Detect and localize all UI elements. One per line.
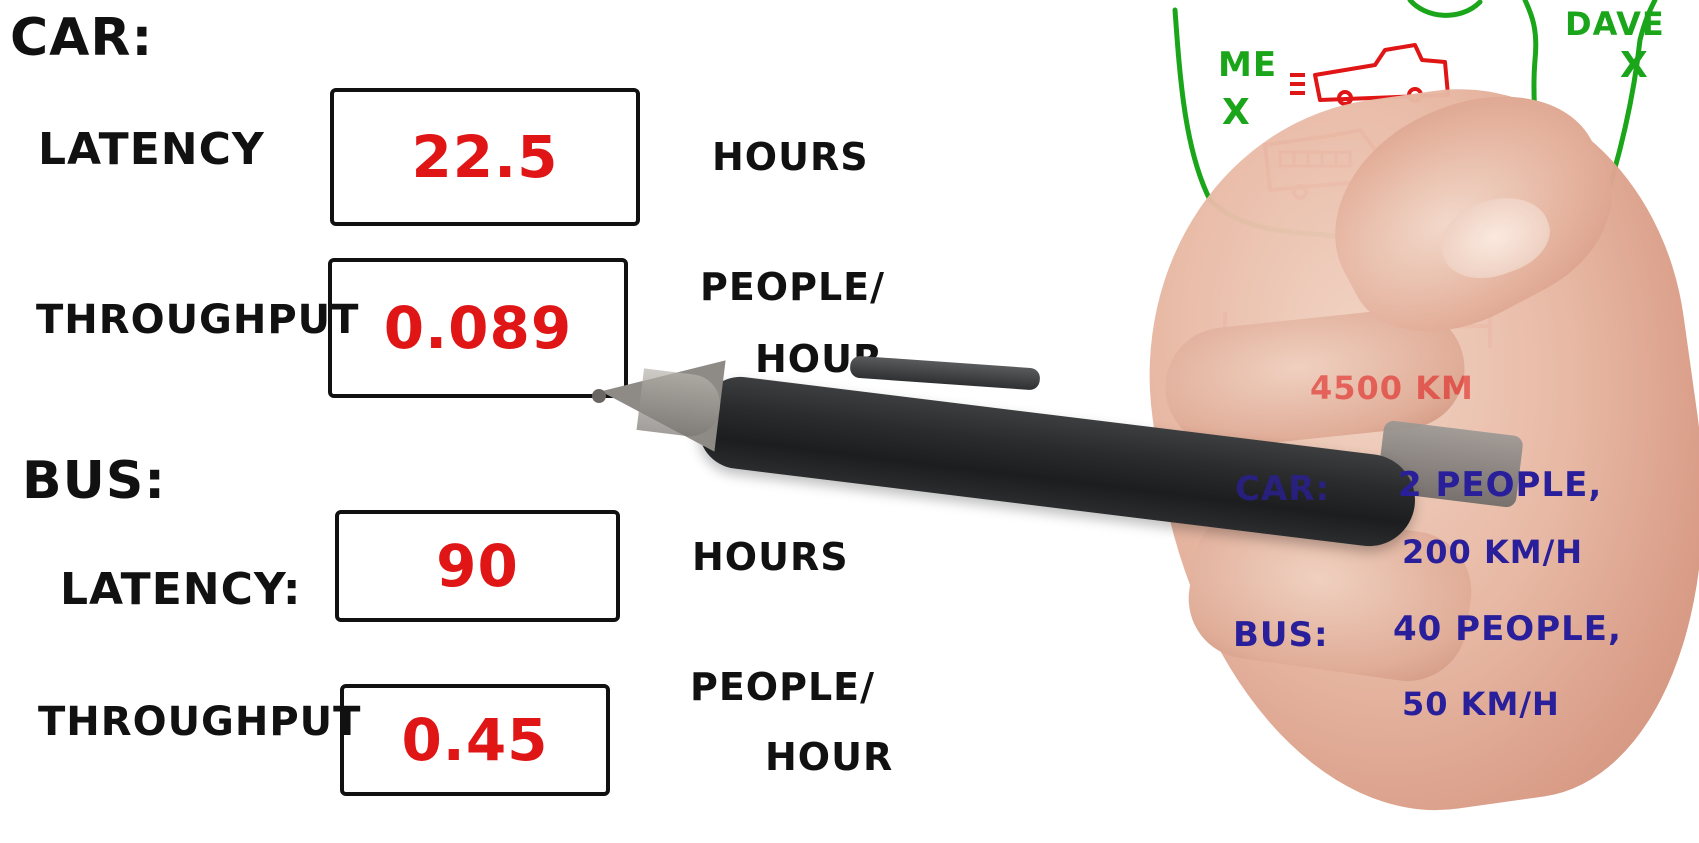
car-latency-box: 22.5	[330, 88, 640, 226]
bus-latency-box: 90	[335, 510, 620, 622]
dave-label: DAVE	[1565, 5, 1665, 43]
spec-bus-line2: 50 KM/H	[1402, 685, 1560, 723]
car-throughput-label: THROUGHPUT	[36, 297, 360, 343]
car-latency-label: LATENCY	[38, 124, 265, 175]
spec-car-line1: 2 PEOPLE,	[1398, 465, 1603, 505]
car-throughput-box: 0.089	[328, 258, 628, 398]
lake-outline	[1407, 0, 1483, 18]
bus-section-title: BUS:	[22, 451, 167, 511]
bus-latency-value: 90	[436, 532, 519, 600]
me-label: ME	[1218, 45, 1278, 85]
bus-throughput-value: 0.45	[401, 706, 549, 774]
spec-bus-label: BUS:	[1233, 615, 1329, 655]
pen-tip	[592, 389, 606, 403]
car-latency-value: 22.5	[411, 123, 559, 191]
dave-marker: X	[1620, 45, 1649, 86]
bus-throughput-unit-line1: PEOPLE/	[690, 665, 876, 709]
car-section-title: CAR:	[10, 8, 154, 68]
bus-throughput-box: 0.45	[340, 684, 610, 796]
car-throughput-value: 0.089	[383, 294, 573, 362]
bus-throughput-label: THROUGHPUT	[38, 699, 362, 745]
car-latency-unit: HOURS	[712, 135, 869, 179]
bus-latency-label: LATENCY:	[60, 564, 302, 615]
bus-latency-unit: HOURS	[692, 535, 849, 579]
spec-bus-line1: 40 PEOPLE,	[1393, 609, 1622, 649]
spec-car-label: CAR:	[1235, 469, 1331, 509]
distance-label: 4500 KM	[1310, 369, 1474, 407]
bus-throughput-unit-line2: HOUR	[765, 735, 894, 779]
me-marker: X	[1222, 92, 1251, 133]
spec-car-line2: 200 KM/H	[1402, 533, 1584, 571]
car-throughput-unit-line1: PEOPLE/	[700, 265, 886, 309]
pen-clip	[849, 355, 1041, 391]
